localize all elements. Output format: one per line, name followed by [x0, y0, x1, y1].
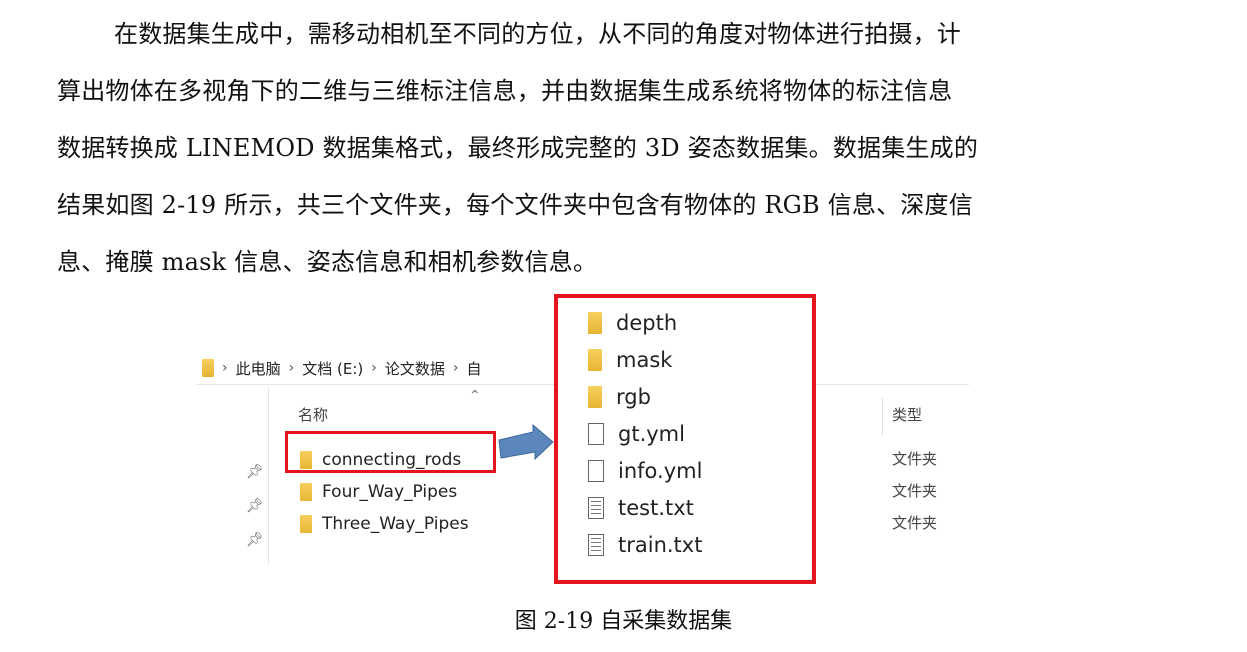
- pane-divider: [268, 388, 269, 564]
- paragraph-line: 算出物体在多视角下的二维与三维标注信息，并由数据集生成系统将物体的标注信息: [57, 77, 953, 105]
- chevron-right-icon: ›: [288, 360, 295, 376]
- folder-icon: [588, 348, 602, 371]
- column-header-name[interactable]: 名称: [298, 404, 328, 425]
- column-divider[interactable]: [882, 398, 883, 436]
- file-row[interactable]: Three_Way_Pipes: [300, 508, 469, 540]
- file-name: Four_Way_Pipes: [322, 482, 458, 502]
- file-type: 文件夹: [892, 514, 938, 532]
- column-header-type[interactable]: 类型: [892, 404, 922, 425]
- folder-icon: [588, 311, 602, 334]
- breadcrumb-item[interactable]: 自: [466, 358, 481, 379]
- breadcrumb-item[interactable]: 文档 (E:): [302, 358, 363, 379]
- breadcrumb-item[interactable]: 论文数据: [385, 358, 445, 379]
- text-file-icon: [588, 533, 604, 556]
- file-type: 文件夹: [892, 482, 938, 500]
- body-paragraph: 在数据集生成中，需移动相机至不同的方位，从不同的角度对物体进行拍摄，计 算出物体…: [57, 12, 1117, 297]
- file-icon: [588, 422, 604, 445]
- quick-access-pins: 📌︎ 📌︎ 📌︎: [246, 464, 264, 566]
- item-name: mask: [616, 347, 673, 372]
- list-item[interactable]: gt.yml: [588, 415, 702, 452]
- highlight-box: [285, 431, 496, 473]
- arrow-right-icon: [498, 424, 554, 461]
- file-type: 文件夹: [892, 450, 938, 468]
- list-item[interactable]: mask: [588, 341, 702, 378]
- list-item[interactable]: test.txt: [588, 489, 702, 526]
- list-item[interactable]: info.yml: [588, 452, 702, 489]
- item-name: gt.yml: [618, 421, 685, 446]
- file-row[interactable]: Four_Way_Pipes: [300, 476, 469, 508]
- file-icon: [588, 459, 604, 482]
- zoomed-file-list: depth mask rgb gt.yml info.yml test.txt …: [588, 304, 702, 563]
- pin-icon[interactable]: 📌︎: [246, 532, 264, 566]
- folder-icon: [202, 359, 214, 377]
- list-item[interactable]: train.txt: [588, 526, 702, 563]
- folder-icon: [588, 385, 602, 408]
- chevron-right-icon: ›: [452, 360, 459, 376]
- list-item[interactable]: depth: [588, 304, 702, 341]
- list-item[interactable]: rgb: [588, 378, 702, 415]
- sort-ascending-icon: ⌃: [469, 388, 481, 404]
- paragraph-line: 息、掩膜 mask 信息、姿态信息和相机参数信息。: [57, 248, 598, 276]
- paragraph-line: 在数据集生成中，需移动相机至不同的方位，从不同的角度对物体进行拍摄，计: [114, 20, 961, 48]
- chevron-right-icon: ›: [222, 360, 228, 376]
- item-name: rgb: [616, 384, 651, 409]
- chevron-right-icon: ›: [371, 360, 377, 376]
- text-file-icon: [588, 496, 604, 519]
- zoomed-folder-contents: depth mask rgb gt.yml info.yml test.txt …: [554, 294, 816, 584]
- paragraph-line: 数据转换成 LINEMOD 数据集格式，最终形成完整的 3D 姿态数据集。数据集…: [57, 134, 979, 162]
- folder-icon: [300, 483, 312, 501]
- pin-icon[interactable]: 📌︎: [246, 464, 264, 498]
- breadcrumb-item[interactable]: 此电脑: [236, 358, 281, 379]
- figure-caption: 图 2-19 自采集数据集: [514, 609, 733, 634]
- file-name: Three_Way_Pipes: [322, 514, 469, 534]
- paragraph-line: 结果如图 2-19 所示，共三个文件夹，每个文件夹中包含有物体的 RGB 信息、…: [57, 191, 973, 219]
- item-name: test.txt: [618, 495, 694, 520]
- type-column: 文件夹 文件夹 文件夹: [892, 448, 937, 544]
- pin-icon[interactable]: 📌︎: [246, 498, 264, 532]
- item-name: depth: [616, 310, 678, 335]
- item-name: train.txt: [618, 532, 703, 557]
- folder-icon: [300, 515, 312, 533]
- item-name: info.yml: [618, 458, 703, 483]
